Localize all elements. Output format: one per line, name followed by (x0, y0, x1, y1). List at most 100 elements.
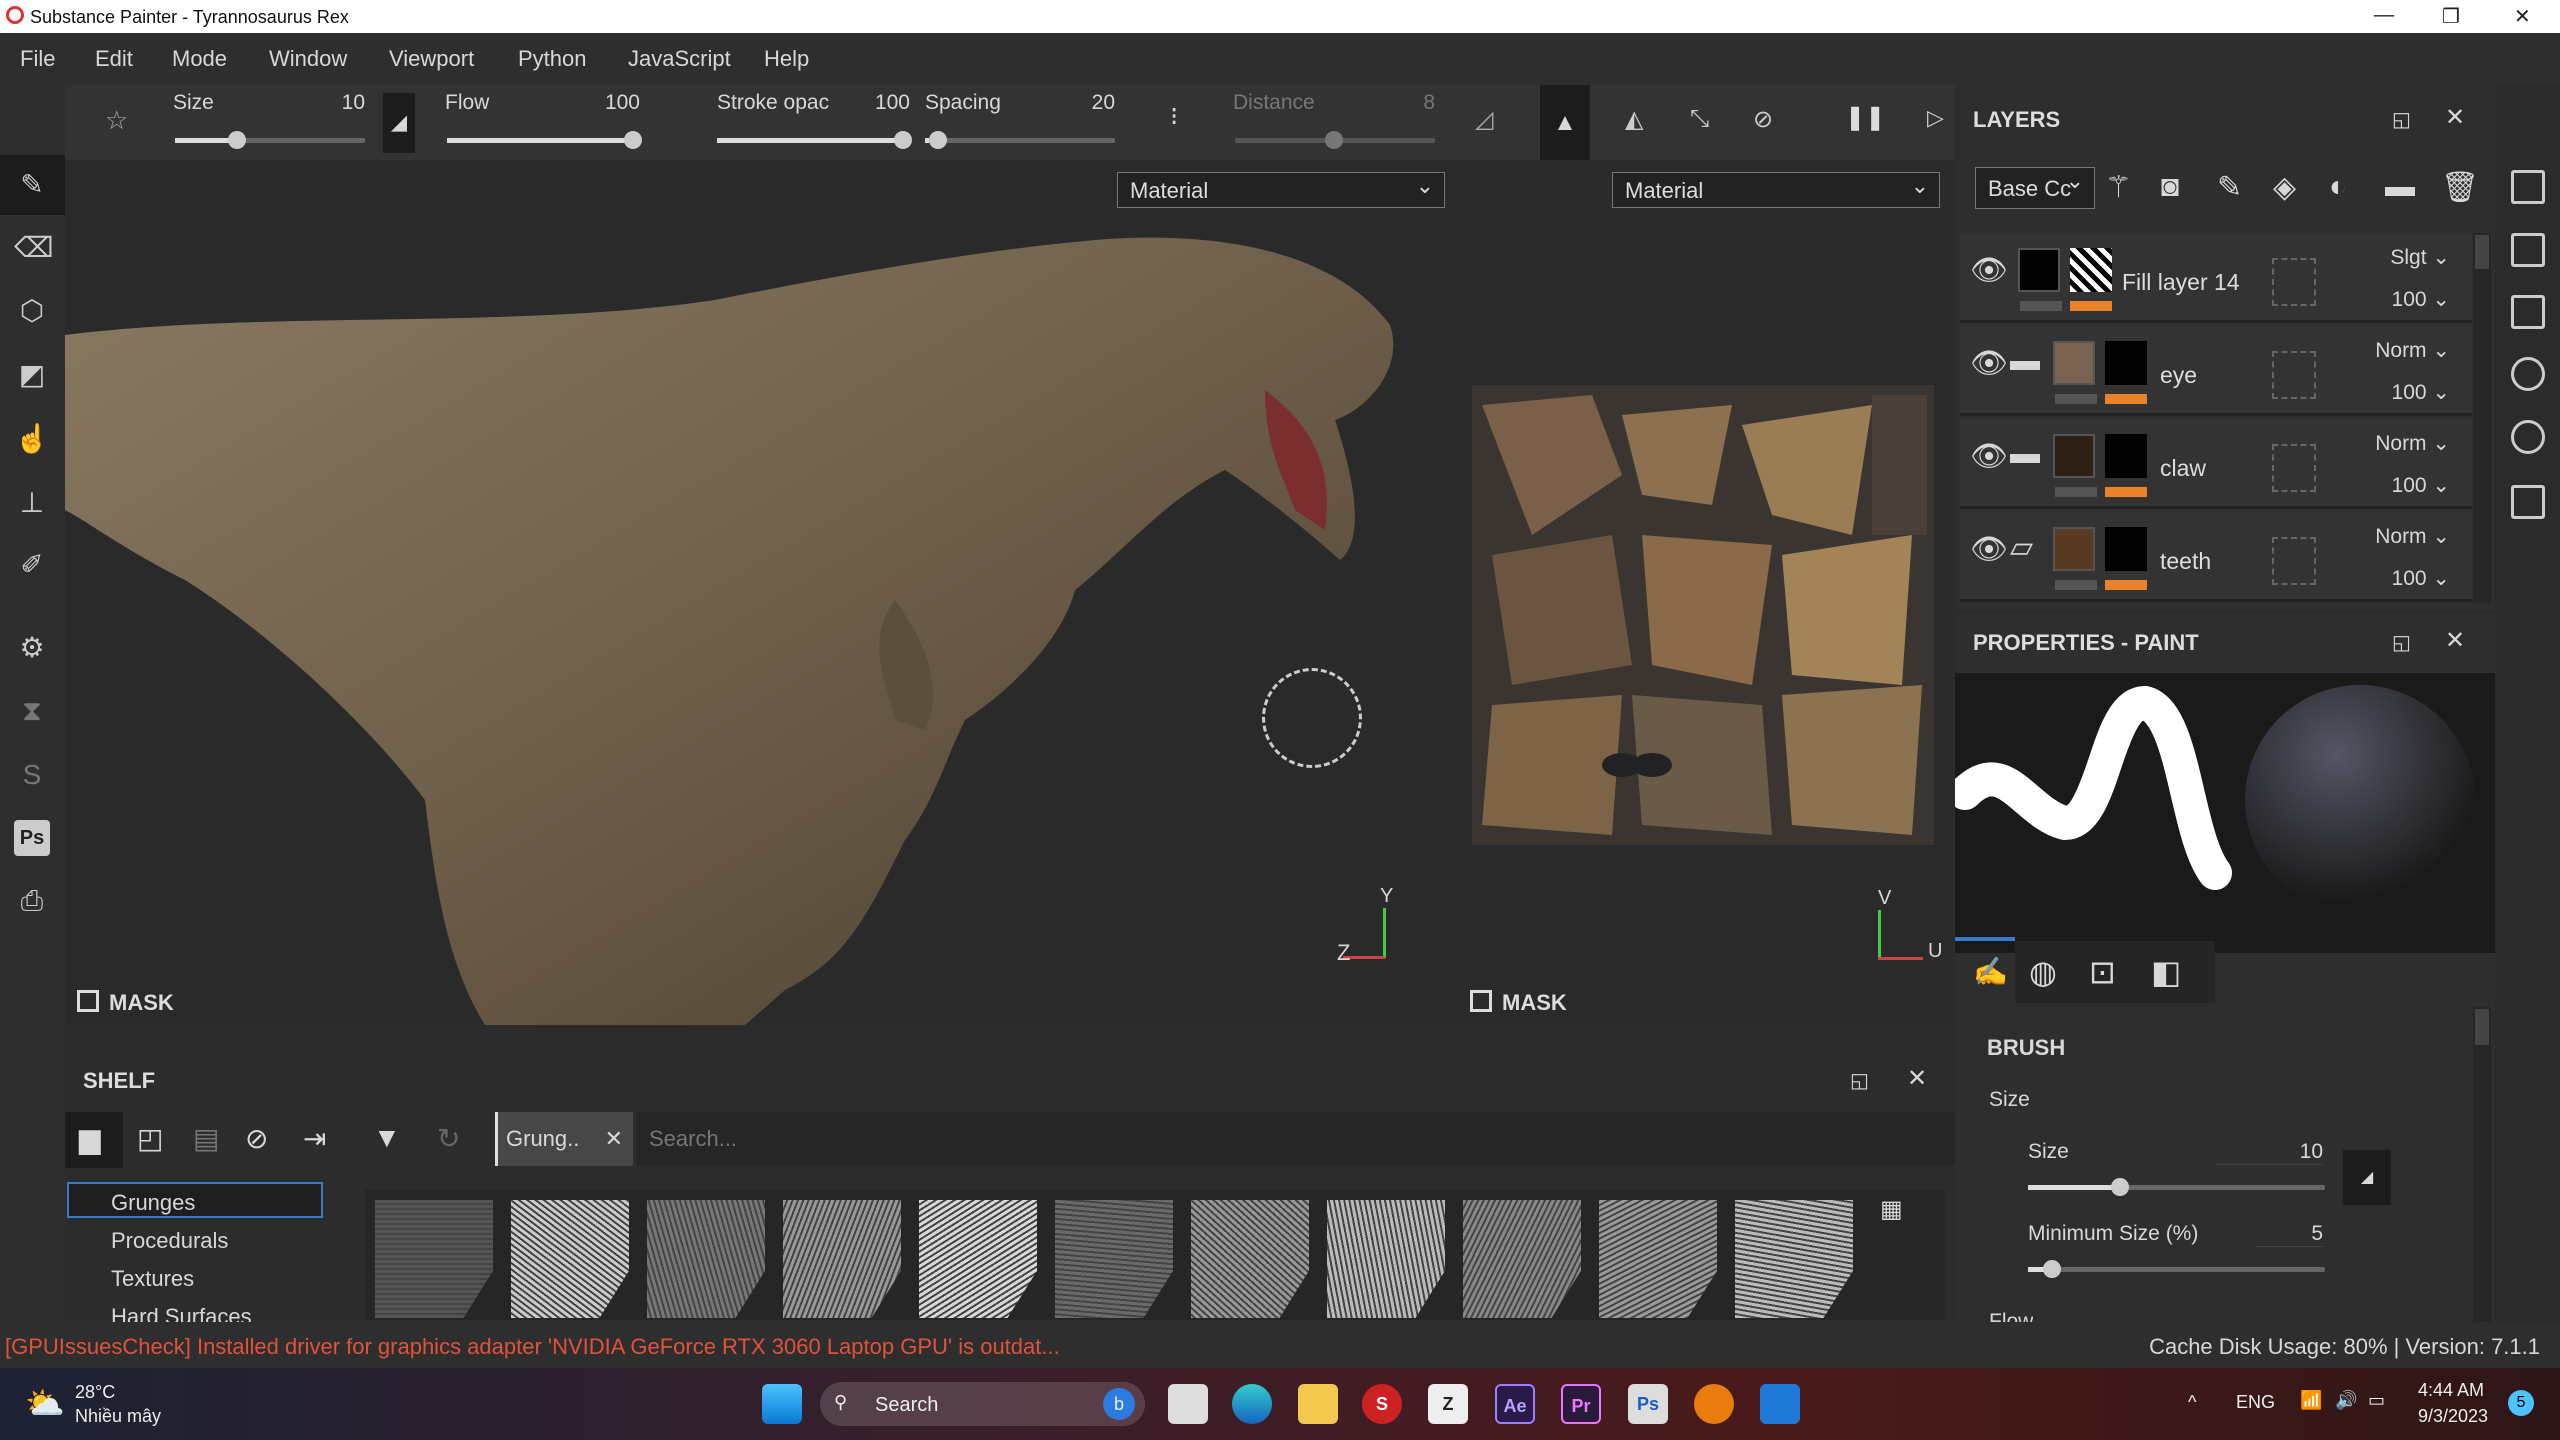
minimize-button[interactable]: — (2374, 4, 2394, 27)
distance-value[interactable]: 8 (1395, 91, 1435, 115)
taskbar-search[interactable]: ⚲ Search b (820, 1382, 1145, 1426)
opacity-dropdown[interactable]: 100 ⌄ (2392, 473, 2450, 498)
pause-icon[interactable]: ❚❚ (1845, 103, 1885, 132)
opacity-dropdown[interactable]: 100 ⌄ (2392, 287, 2450, 312)
gpu-warning-message[interactable]: [GPUIssuesCheck] Installed driver for gr… (5, 1334, 1060, 1360)
notification-badge[interactable]: 5 (2508, 1390, 2534, 1416)
pen-pressure-button[interactable]: ◢ (2343, 1150, 2391, 1205)
menu-file[interactable]: File (20, 46, 55, 72)
panel-toggle-icon[interactable]: ▷ (1927, 105, 1944, 131)
menu-window[interactable]: Window (269, 46, 347, 72)
menu-javascript[interactable]: JavaScript (628, 46, 731, 72)
iray-render-icon[interactable]: ⎙ (14, 883, 50, 919)
grunge-thumbnail[interactable] (783, 1200, 901, 1318)
add-mask-icon[interactable]: ◐ (2329, 170, 2347, 204)
brush-size-slider[interactable] (2028, 1178, 2325, 1196)
viewport-2d-channel-dropdown[interactable]: Material (1612, 172, 1940, 208)
substance-icon[interactable]: S (14, 757, 50, 793)
start-button[interactable] (762, 1384, 802, 1424)
file-explorer-icon[interactable] (1298, 1384, 1338, 1424)
delete-layer-icon[interactable]: 🗑 (2441, 170, 2479, 205)
tray-overflow-icon[interactable]: ^ (2188, 1392, 2196, 1413)
filter-icon[interactable]: ▼ (373, 1122, 401, 1154)
visibility-eye-icon[interactable]: 👁 (1970, 346, 2008, 381)
filter-tag-remove-icon[interactable]: ✕ (605, 1126, 623, 1152)
projection-icon[interactable]: ⤡ (1690, 105, 1709, 133)
task-view-icon[interactable] (1168, 1384, 1208, 1424)
viewport-2d[interactable]: Material V U MASK (1460, 160, 1950, 1025)
layer-name[interactable]: teeth (2160, 548, 2211, 575)
distance-slider[interactable] (1235, 131, 1435, 149)
viewport-3d-channel-dropdown[interactable]: Material (1117, 172, 1445, 208)
channel-dropdown[interactable]: Base Cc (1975, 167, 2095, 209)
blend-mode-dropdown[interactable]: Slgt ⌄ (2390, 245, 2450, 270)
photoshop-export-icon[interactable]: Ps (14, 820, 50, 856)
min-size-value[interactable]: 5 (2255, 1222, 2323, 1247)
properties-close-icon[interactable]: ✕ (2445, 626, 2465, 655)
wifi-icon[interactable]: 📶 (2300, 1390, 2322, 1411)
clone-stamp-icon[interactable]: ⊥ (14, 485, 50, 521)
maximize-button[interactable]: ❐ (2442, 4, 2460, 29)
layers-scrollbar[interactable] (2473, 233, 2491, 603)
polygon-fill-icon[interactable]: ◩ (14, 357, 50, 393)
opacity-dropdown[interactable]: 100 ⌄ (2392, 380, 2450, 405)
layer-selection-box[interactable] (2272, 351, 2316, 399)
layer-selection-box[interactable] (2272, 258, 2316, 306)
layer-row[interactable]: 👁 ▬ claw Norm ⌄ 100 ⌄ (1960, 419, 2472, 509)
blend-mode-dropdown[interactable]: Norm ⌄ (2375, 431, 2450, 456)
symmetry-button[interactable]: ▲ (1540, 85, 1590, 160)
hide-icon[interactable]: ⊘ (245, 1122, 268, 1155)
volume-icon[interactable]: 🔊 (2335, 1390, 2357, 1411)
battery-icon[interactable]: ▭ (2368, 1390, 2385, 1411)
grunge-thumbnail[interactable] (1463, 1200, 1581, 1318)
visibility-eye-icon[interactable]: 👁 (1970, 532, 2008, 567)
new-shelf-icon[interactable]: ◰ (137, 1122, 163, 1155)
grunge-thumbnail[interactable] (1191, 1200, 1309, 1318)
smudge-icon[interactable]: ☝ (14, 421, 50, 457)
tab-stencil-icon[interactable]: ⊡ (2089, 953, 2116, 991)
alignment-icon[interactable]: ◿ (1475, 105, 1493, 134)
menu-mode[interactable]: Mode (172, 46, 227, 72)
add-effect-icon[interactable]: ⚚ (2105, 170, 2132, 205)
display-settings-icon[interactable] (2511, 295, 2545, 329)
min-size-slider[interactable] (2028, 1260, 2325, 1278)
symmetry-options-icon[interactable]: ◭ (1625, 105, 1643, 134)
clock-date[interactable]: 9/3/2023 (2418, 1406, 2488, 1427)
blend-mode-dropdown[interactable]: Norm ⌄ (2375, 338, 2450, 363)
tab-material-icon[interactable]: ◧ (2151, 953, 2181, 991)
viewport-2d-mask-toggle[interactable]: MASK (1470, 990, 1567, 1016)
grunge-thumbnail[interactable] (375, 1200, 493, 1318)
size-slider[interactable] (175, 131, 365, 149)
brush-size-value[interactable]: 10 (2215, 1140, 2323, 1165)
bake-icon[interactable]: ⚙ (14, 630, 50, 666)
flow-slider[interactable] (447, 131, 642, 149)
opacity-dropdown[interactable]: 100 ⌄ (2392, 566, 2450, 591)
spacing-slider[interactable] (925, 131, 1115, 149)
grunge-thumbnail[interactable] (1327, 1200, 1445, 1318)
size-value[interactable]: 10 (315, 91, 365, 115)
grunge-thumbnail[interactable] (511, 1200, 629, 1318)
symmetry-star-icon[interactable]: ☆ (105, 105, 128, 136)
category-grunges[interactable]: Grunges (67, 1182, 323, 1218)
texture-set-settings-icon[interactable] (2511, 233, 2545, 267)
layer-selection-box[interactable] (2272, 537, 2316, 585)
properties-scrollbar[interactable] (2473, 1007, 2491, 1322)
add-smart-material-icon[interactable]: ◙ (2161, 170, 2179, 204)
grunge-thumbnail[interactable] (919, 1200, 1037, 1318)
layer-name[interactable]: eye (2160, 362, 2197, 389)
menu-edit[interactable]: Edit (95, 46, 133, 72)
close-button[interactable]: ✕ (2514, 4, 2531, 29)
layer-name[interactable]: claw (2160, 455, 2206, 482)
occlusion-icon[interactable]: ⊘ (1753, 105, 1773, 134)
weather-desc[interactable]: Nhiều mây (75, 1406, 161, 1427)
shelf-float-icon[interactable]: ◱ (1850, 1068, 1869, 1093)
after-effects-icon[interactable]: Ae (1495, 1384, 1535, 1424)
viewport-3d-mask-toggle[interactable]: MASK (77, 990, 174, 1016)
reset-icon[interactable]: ↻ (437, 1122, 460, 1155)
log-icon[interactable] (2511, 485, 2545, 519)
import-icon[interactable]: ⇥ (303, 1122, 326, 1155)
menu-python[interactable]: Python (518, 46, 587, 72)
history-icon[interactable] (2511, 420, 2545, 454)
stroke-opacity-slider[interactable] (717, 131, 912, 149)
layers-list-icon[interactable] (2511, 170, 2545, 204)
